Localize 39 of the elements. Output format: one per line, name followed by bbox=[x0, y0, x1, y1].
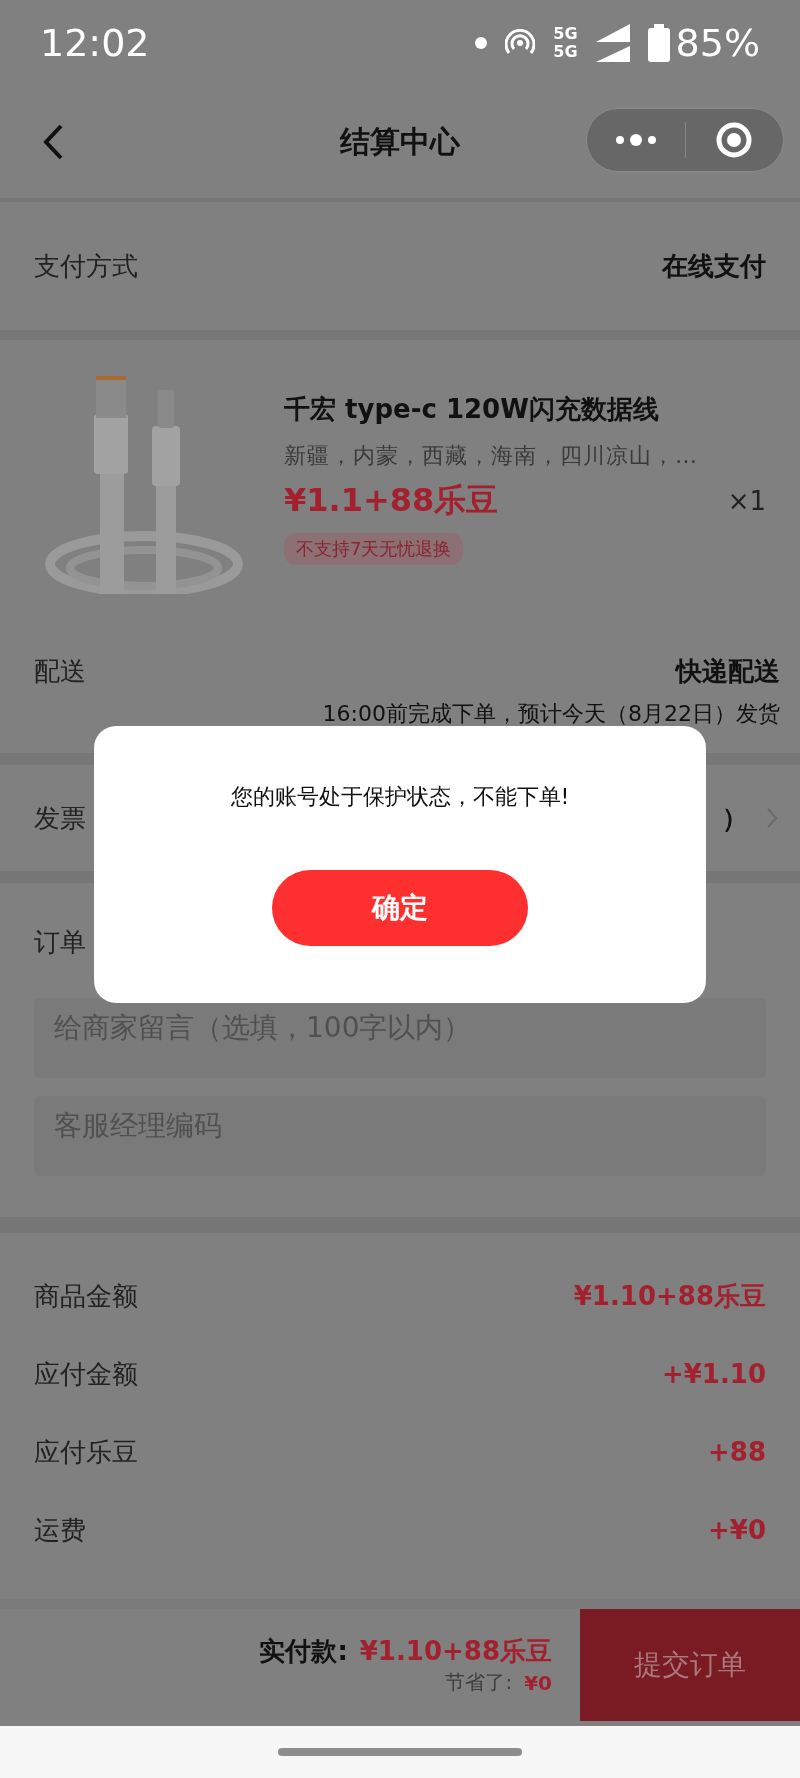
payment-value: 在线支付 bbox=[662, 249, 766, 283]
product-quantity: ×1 bbox=[727, 486, 766, 516]
invoice-value: ） bbox=[722, 801, 748, 835]
summary-label: 运费 bbox=[34, 1513, 86, 1547]
network-label: 5G bbox=[553, 25, 578, 43]
order-note-label: 订单 bbox=[34, 927, 86, 957]
summary-label: 商品金额 bbox=[34, 1279, 138, 1313]
invoice-label: 发票 bbox=[34, 801, 86, 835]
summary-value: ¥1.10+88乐豆 bbox=[573, 1279, 766, 1313]
page-title: 结算中心 bbox=[340, 122, 460, 161]
total-label: 实付款: bbox=[259, 1635, 348, 1668]
dot-icon bbox=[475, 37, 488, 49]
clock-time: 12:02 bbox=[40, 21, 151, 65]
product-name: 千宏 type-c 120W闪充数据线 bbox=[284, 393, 660, 426]
signal-icon bbox=[595, 24, 630, 62]
total-value: ¥1.10+88乐豆 bbox=[359, 1635, 552, 1668]
back-icon[interactable] bbox=[42, 123, 64, 161]
summary-label: 应付金额 bbox=[34, 1357, 138, 1391]
battery-percent: 85% bbox=[675, 21, 760, 65]
region-note: 新疆，内蒙，西藏，海南，四川凉山，… bbox=[284, 442, 699, 470]
submit-order-button[interactable]: 提交订单 bbox=[580, 1609, 800, 1721]
return-policy-tag: 不支持7天无忧退换 bbox=[284, 533, 464, 565]
dialog-message: 您的账号处于保护状态，不能下单! bbox=[230, 783, 570, 811]
summary-value: +88 bbox=[708, 1437, 766, 1467]
delivery-label: 配送 bbox=[34, 655, 86, 688]
target-icon[interactable] bbox=[715, 121, 754, 159]
delivery-value: 快递配送 bbox=[676, 655, 780, 688]
confirm-button[interactable]: 确定 bbox=[272, 870, 528, 946]
savings-label: 节省了: bbox=[445, 1669, 513, 1696]
product-price: ¥1.1+88乐豆 bbox=[284, 480, 499, 521]
more-icon[interactable] bbox=[615, 133, 656, 147]
savings-value: ¥0 bbox=[524, 1670, 552, 1695]
payment-label: 支付方式 bbox=[34, 249, 138, 283]
battery-icon bbox=[647, 24, 670, 62]
shipping-note: 16:00前完成下单，预计今天（8月22日）发货 bbox=[322, 701, 780, 726]
summary-label: 应付乐豆 bbox=[34, 1435, 138, 1469]
network-label: 5G bbox=[553, 43, 578, 61]
summary-value: +¥1.10 bbox=[661, 1359, 766, 1389]
summary-value: +¥0 bbox=[708, 1515, 766, 1545]
